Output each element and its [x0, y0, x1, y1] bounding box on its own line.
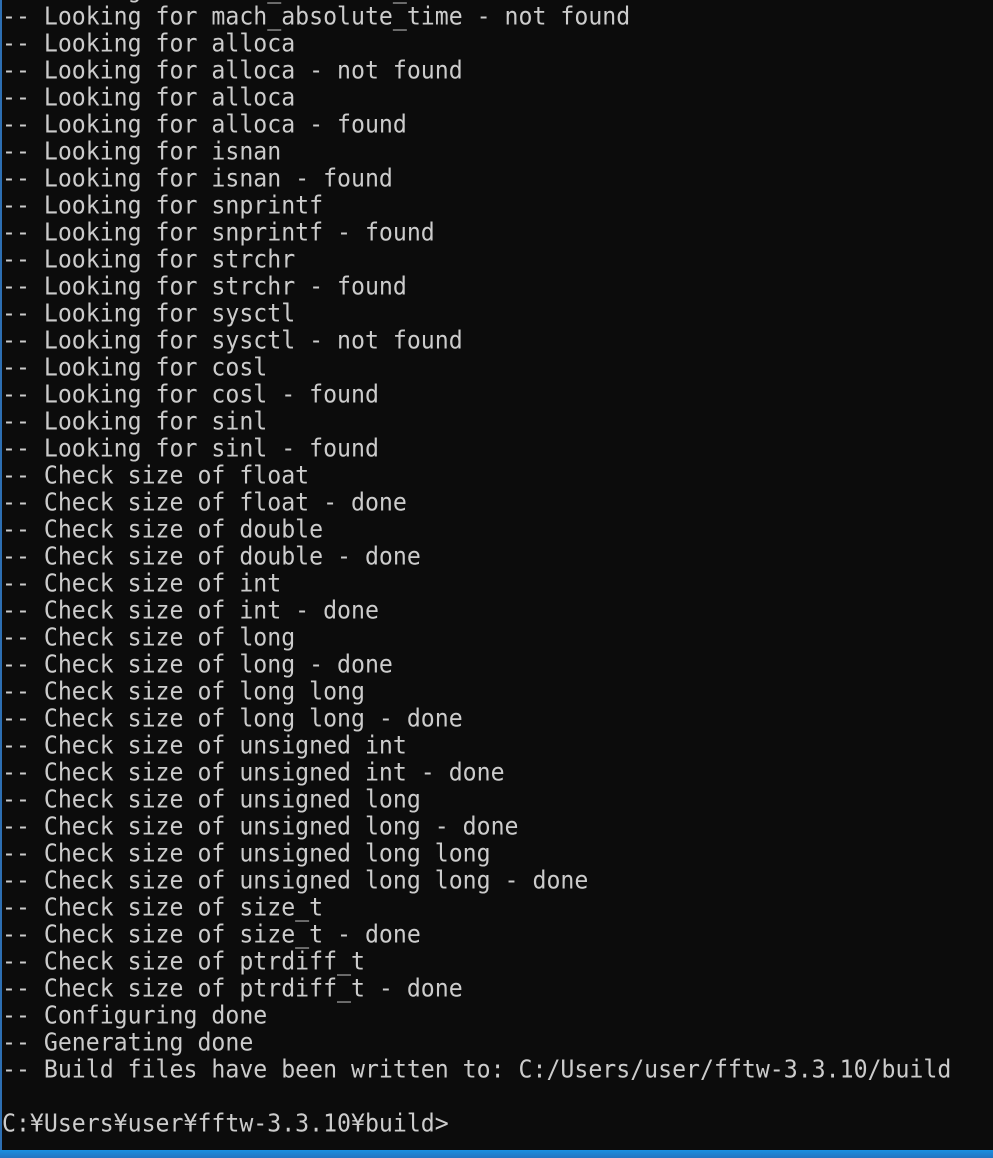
console-line: -- Check size of double - done [2, 541, 421, 572]
console-line: -- Check size of unsigned int [2, 730, 407, 761]
console-line: -- Check size of unsigned long - done [2, 811, 519, 842]
console-line: -- Looking for alloca [2, 82, 296, 113]
console-line: -- Build files have been written to: C:/… [2, 1054, 952, 1085]
console-line: -- Check size of long [2, 622, 296, 653]
console-line: -- Looking for isnan - found [2, 163, 393, 194]
console-line: -- Looking for sinl [2, 406, 268, 437]
console-line: -- Check size of size_t [2, 892, 324, 923]
console-line: -- Check size of ptrdiff_t [2, 946, 365, 977]
console-line: -- Check size of float [2, 460, 310, 491]
console-line: -- Check size of double [2, 514, 324, 545]
console-line: -- Check size of long long [2, 676, 365, 707]
console-line: -- Check size of unsigned long [2, 784, 421, 815]
console-line: -- Generating done [2, 1027, 254, 1058]
console-line: -- Check size of int - done [2, 595, 379, 626]
console-line: -- Looking for strchr [2, 244, 296, 275]
console-line: -- Looking for snprintf - found [2, 217, 435, 248]
console-line: -- Looking for mach_absolute_time - not … [2, 1, 631, 32]
console-line: -- Check size of int [2, 568, 282, 599]
console-line: -- Looking for alloca - not found [2, 55, 463, 86]
console-line: -- Check size of ptrdiff_t - done [2, 973, 463, 1004]
console-line: -- Check size of unsigned int - done [2, 757, 505, 788]
console-line: -- Looking for sysctl - not found [2, 325, 463, 356]
console-line: -- Looking for strchr - found [2, 271, 407, 302]
console-output[interactable]: -- Looking for mach_absolute_time-- Look… [2, 0, 993, 1150]
console-line: -- Check size of long long - done [2, 703, 463, 734]
console-line: -- Looking for sinl - found [2, 433, 379, 464]
window-border-bottom [0, 1150, 993, 1158]
console-line: -- Check size of float - done [2, 487, 407, 518]
console-line: -- Looking for sysctl [2, 298, 296, 329]
console-line: -- Looking for snprintf [2, 190, 324, 221]
console-line: -- Configuring done [2, 1000, 268, 1031]
console-line: -- Looking for cosl [2, 352, 268, 383]
console-line: -- Looking for cosl - found [2, 379, 379, 410]
console-line: -- Check size of unsigned long long - do… [2, 865, 589, 896]
command-prompt[interactable]: C:¥Users¥user¥fftw-3.3.10¥build> [2, 1109, 993, 1138]
console-line: -- Check size of unsigned long long [2, 838, 491, 869]
console-line: -- Looking for alloca - found [2, 109, 407, 140]
console-line: -- Looking for isnan [2, 136, 282, 167]
console-line: -- Looking for alloca [2, 28, 296, 59]
console-line: -- Check size of size_t - done [2, 919, 421, 950]
console-line: -- Check size of long - done [2, 649, 393, 680]
